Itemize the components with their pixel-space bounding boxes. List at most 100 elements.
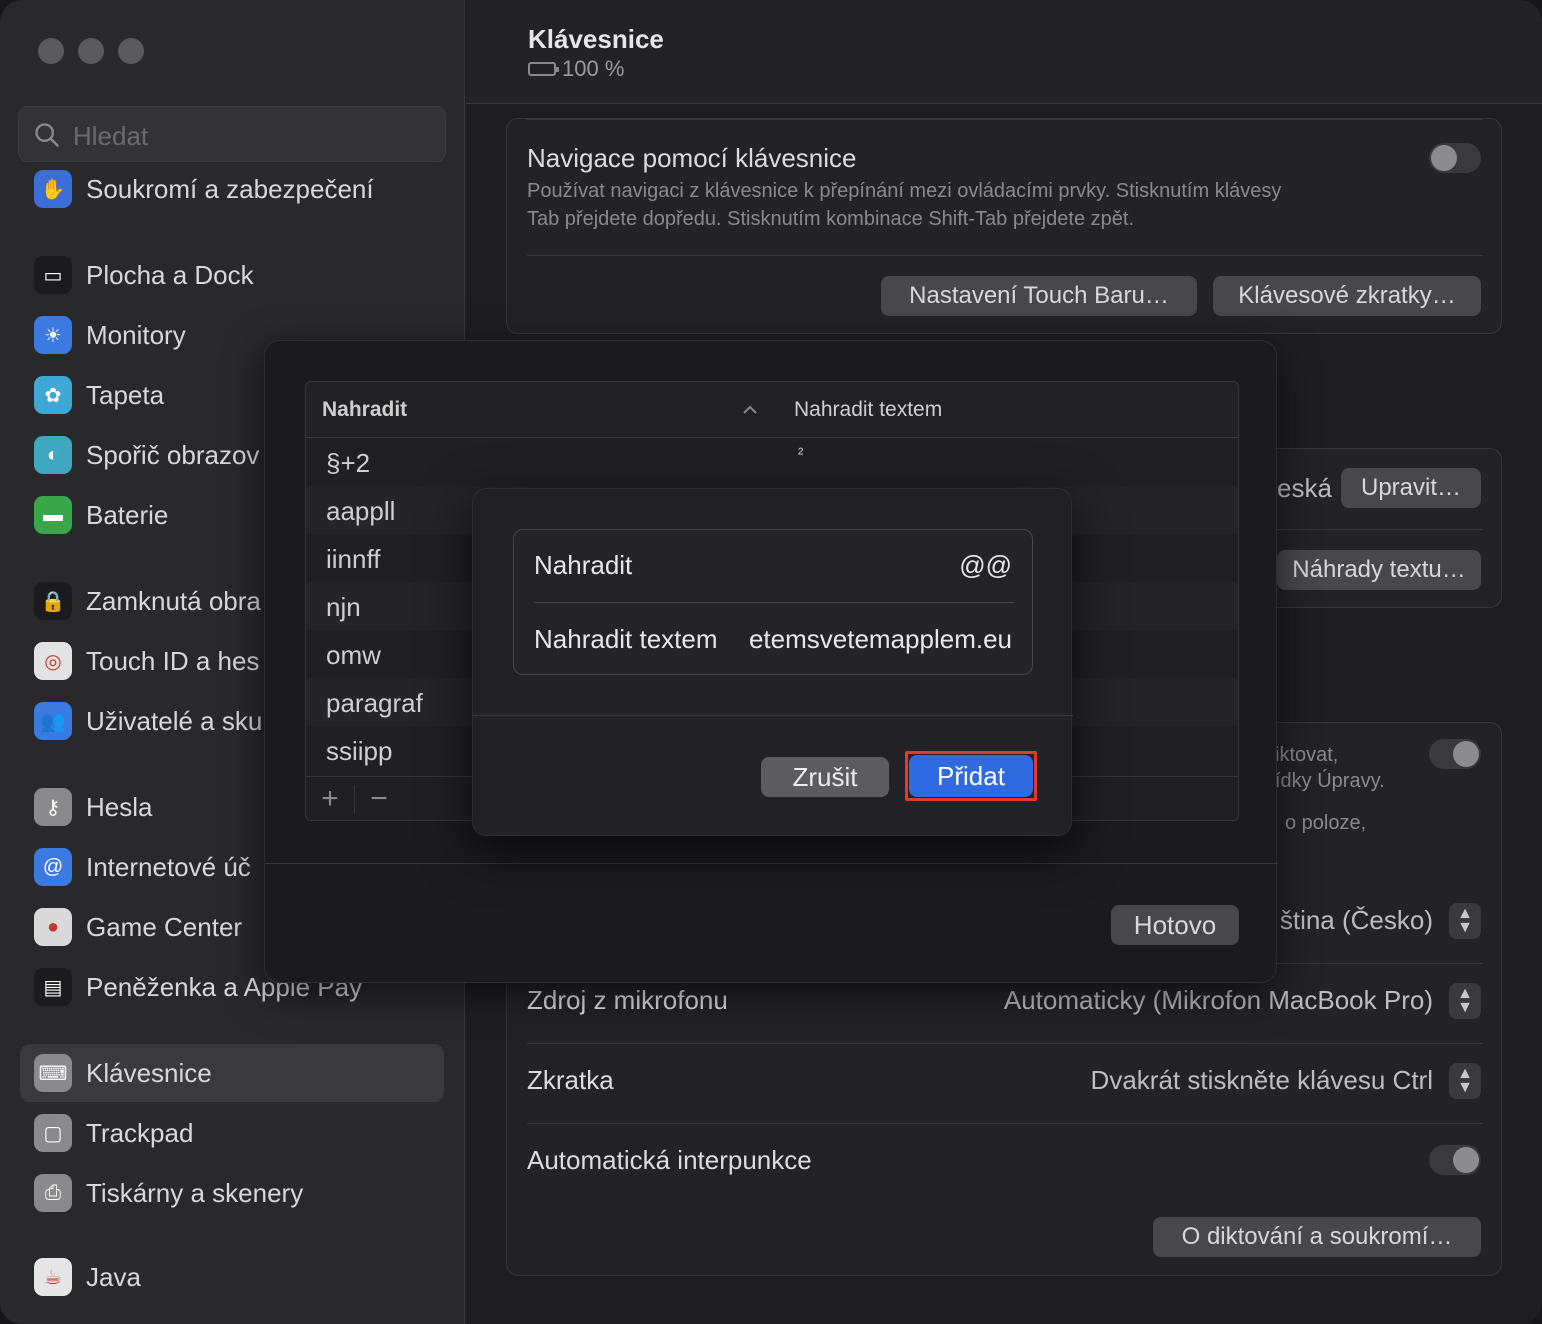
keyboard-icon: ⌨	[34, 1054, 72, 1092]
replace-cell: §+2	[326, 448, 371, 478]
sidebar-item-label: Tapeta	[86, 379, 165, 410]
divider	[527, 1043, 1483, 1044]
sidebar-item[interactable]: ▭ Plocha a Dock	[20, 246, 444, 304]
sidebar-item[interactable]: ⌨ Klávesnice	[20, 1044, 444, 1102]
dock-icon: ▭	[34, 256, 72, 294]
with-label: Nahradit textem	[534, 624, 718, 654]
sheet-divider	[265, 863, 1278, 864]
hand-icon: ✋	[34, 170, 72, 208]
fingerprint-icon: ◎	[34, 642, 72, 680]
window-controls	[38, 38, 144, 64]
mic-source-stepper[interactable]: ▲ ▼	[1449, 983, 1481, 1019]
page-title: Klávesnice	[528, 24, 664, 54]
gamecenter-icon: ●	[34, 908, 72, 946]
close-window-button[interactable]	[38, 38, 64, 64]
battery-icon: ▬	[34, 496, 72, 534]
sun-icon: ☀	[34, 316, 72, 354]
sidebar-item-label: Touch ID a hes	[86, 645, 260, 676]
shortcut-label: Zkratka	[527, 1065, 614, 1095]
with-input[interactable]: etemsvetemapplem.eu	[749, 624, 1012, 655]
add-replacement-button[interactable]: +	[306, 781, 354, 817]
sidebar-item-label: Game Center	[86, 911, 243, 942]
sidebar-item[interactable]: ▢ Trackpad	[20, 1104, 444, 1162]
done-button[interactable]: Hotovo	[1111, 905, 1239, 945]
battery-icon	[528, 62, 559, 76]
sidebar-item-label: Internetové úč	[86, 851, 251, 882]
wallet-icon: ▤	[34, 968, 72, 1006]
cancel-button[interactable]: Zrušit	[761, 757, 889, 797]
sidebar-item[interactable]: ☕ Java	[20, 1248, 444, 1306]
shortcut-value: Dvakrát stiskněte klávesu Ctrl	[1090, 1065, 1433, 1095]
replace-input[interactable]: @@	[959, 550, 1012, 581]
column-header-replace[interactable]: Nahradit	[322, 398, 407, 422]
divider	[527, 255, 1483, 256]
table-row[interactable]: §+2 ²	[306, 438, 1238, 486]
printer-icon: ⎙	[34, 1174, 72, 1212]
sidebar-item-label: Trackpad	[86, 1117, 194, 1148]
key-icon: ⚷	[34, 788, 72, 826]
sidebar-item-label: Klávesnice	[86, 1057, 212, 1088]
touchbar-settings-button[interactable]: Nastavení Touch Baru…	[881, 276, 1197, 316]
sidebar-item[interactable]: ⎙ Tiskárny a skenery	[20, 1164, 444, 1222]
zoom-window-button[interactable]	[118, 38, 144, 64]
mic-source-value: Automaticky (Mikrofon MacBook Pro)	[1003, 985, 1433, 1015]
text-replacements-button[interactable]: Náhrady textu…	[1277, 550, 1481, 590]
sort-ascending-icon[interactable]	[740, 400, 760, 420]
form-separator	[534, 602, 1014, 603]
edit-input-sources-button[interactable]: Upravit…	[1341, 468, 1481, 508]
battery-status: 100 %	[528, 56, 624, 82]
keyboard-nav-title: Navigace pomocí klávesnice	[527, 143, 857, 173]
search-field[interactable]: Hledat	[18, 106, 446, 162]
battery-level: 100 %	[562, 56, 625, 81]
table-header: Nahradit Nahradit textem	[306, 382, 1238, 438]
dictation-toggle[interactable]	[1429, 739, 1481, 769]
replace-cell: njn	[326, 592, 361, 622]
dictation-desc-3: o poloze,	[1285, 812, 1367, 834]
input-source-value: eská	[1277, 473, 1332, 503]
main-header: Klávesnice 100 %	[466, 0, 1542, 104]
sidebar-item-label: Hesla	[86, 791, 153, 822]
column-header-with[interactable]: Nahradit textem	[794, 398, 942, 422]
keyboard-shortcuts-button[interactable]: Klávesové zkratky…	[1213, 276, 1481, 316]
sidebar-item-label: Zamknutá obra	[86, 585, 261, 616]
keyboard-nav-desc-1: Používat navigaci z klávesnice k přepíná…	[527, 180, 1282, 202]
dialog-divider	[473, 715, 1073, 716]
dictation-desc-1: iktovat,	[1275, 744, 1339, 766]
divider	[527, 1123, 1483, 1124]
settings-window: Hledat ✋ Soukromí a zabezpečení ▭ Plocha a …	[0, 0, 1542, 1324]
replace-cell: omw	[326, 640, 381, 670]
remove-replacement-button[interactable]: −	[355, 781, 403, 817]
sidebar-item-label: Soukromí a zabezpečení	[86, 173, 374, 204]
replace-cell: paragraf	[326, 688, 423, 718]
screensaver-icon: ◐	[34, 436, 72, 474]
sidebar-item-label: Plocha a Dock	[86, 259, 254, 290]
keyboard-nav-desc-2: Tab přejdete dopředu. Stisknutím kombina…	[527, 208, 1135, 230]
replace-cell: ssiipp	[326, 736, 393, 766]
replace-cell: iinnff	[326, 544, 381, 574]
flower-icon: ✿	[34, 376, 72, 414]
replacement-form: Nahradit @@ Nahradit textem etemsvetemap…	[513, 529, 1033, 675]
sidebar-item-label: Tiskárny a skenery	[86, 1177, 304, 1208]
keyboard-nav-toggle[interactable]	[1429, 143, 1481, 173]
sidebar-item-label: Java	[86, 1261, 141, 1292]
keyboard-nav-group: Navigace pomocí klávesnice Používat navi…	[506, 118, 1502, 334]
language-value: ština (Česko)	[1279, 905, 1433, 935]
language-stepper[interactable]: ▲ ▼	[1449, 903, 1481, 939]
sidebar-item[interactable]: ✋ Soukromí a zabezpečení	[20, 160, 444, 218]
sidebar-item-label: Monitory	[86, 319, 186, 350]
dictation-desc-2: ídky Úpravy.	[1275, 770, 1385, 792]
search-placeholder: Hledat	[73, 121, 149, 151]
shortcut-stepper[interactable]: ▲ ▼	[1449, 1063, 1481, 1099]
mic-source-label: Zdroj z mikrofonu	[527, 985, 728, 1015]
with-cell: ²	[798, 446, 804, 463]
minimize-window-button[interactable]	[78, 38, 104, 64]
auto-punctuation-toggle[interactable]	[1429, 1145, 1481, 1175]
lock-icon: 🔒	[34, 582, 72, 620]
trackpad-icon: ▢	[34, 1114, 72, 1152]
dictation-privacy-button[interactable]: O diktování a soukromí…	[1153, 1217, 1481, 1257]
add-button[interactable]: Přidat	[909, 755, 1033, 797]
replace-cell: aappll	[326, 496, 396, 526]
sidebar-item-label: Uživatelé a sku	[86, 705, 263, 736]
auto-punctuation-label: Automatická interpunkce	[527, 1145, 812, 1175]
java-icon: ☕	[34, 1258, 72, 1296]
